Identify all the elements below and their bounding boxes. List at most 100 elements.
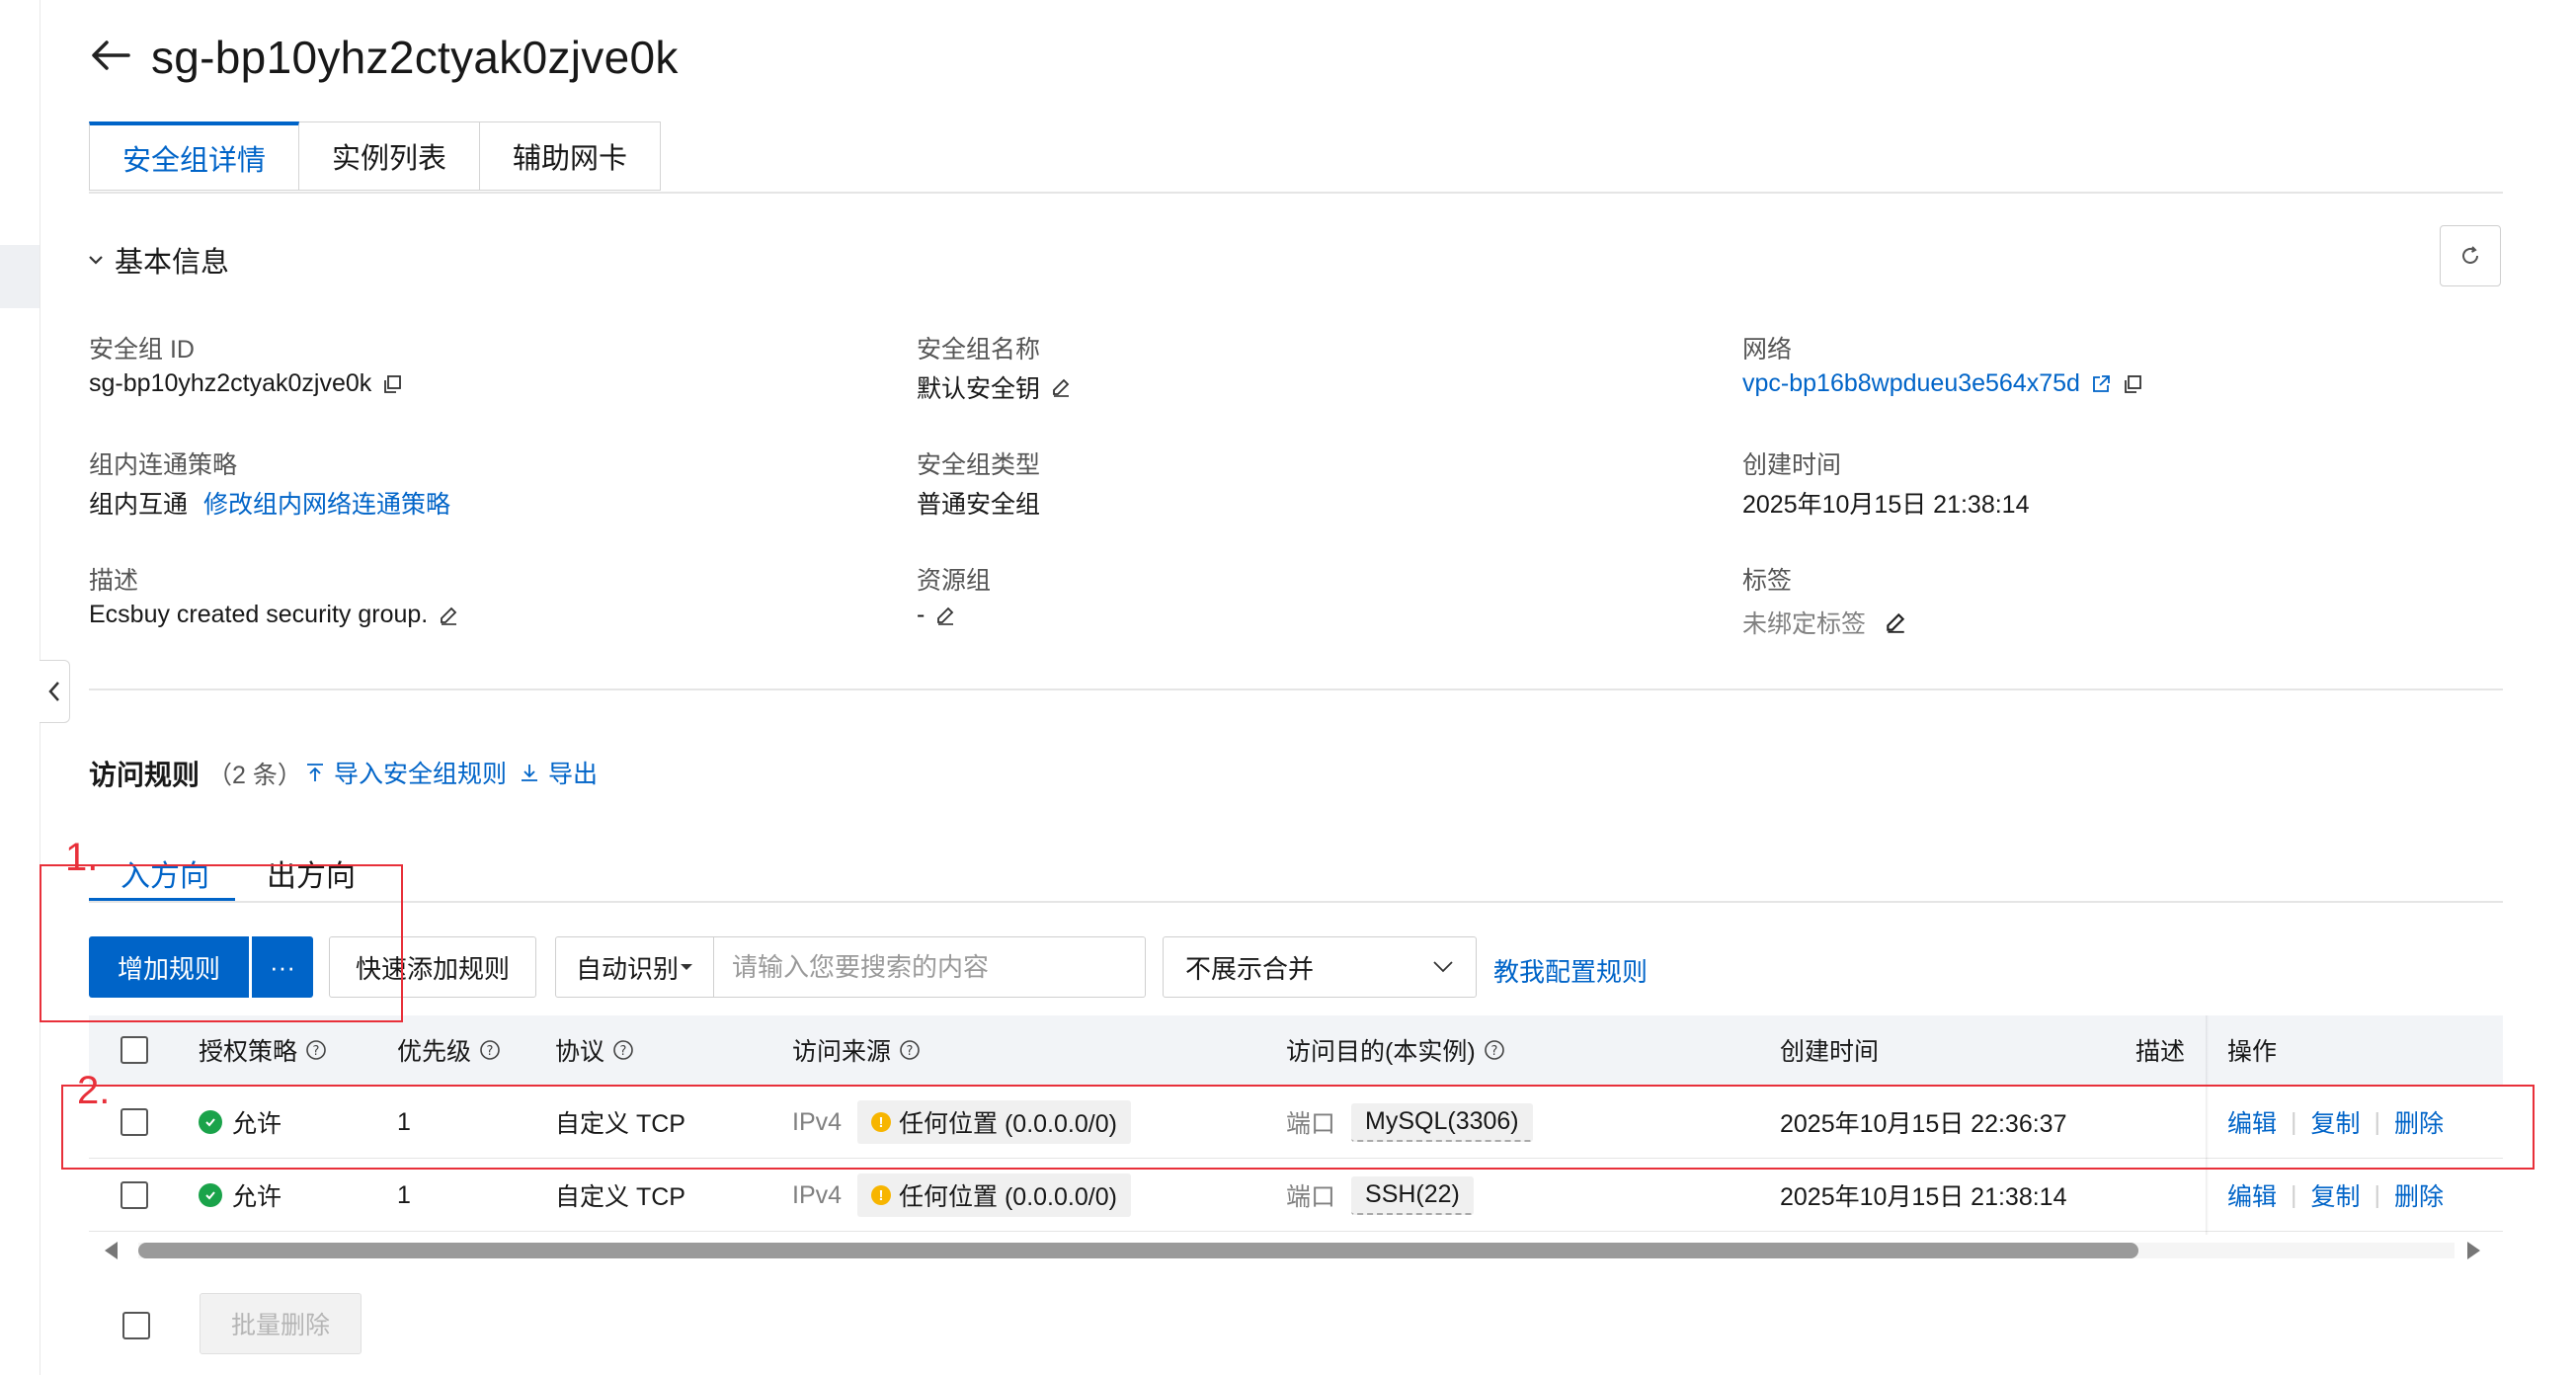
scrollbar-thumb[interactable] (138, 1243, 2138, 1258)
edit-icon[interactable] (1050, 376, 1072, 398)
top-tabs: 安全组详情 实例列表 辅助网卡 (89, 121, 662, 193)
left-nav-strip (0, 0, 40, 1375)
help-icon[interactable]: ? (899, 1039, 921, 1061)
tabs-divider (89, 192, 2503, 194)
destination-cell: 端口 SSH(22) (1286, 1160, 1474, 1231)
check-circle-icon (199, 1183, 222, 1207)
svg-text:?: ? (1490, 1044, 1497, 1059)
source-type: IPv4 (792, 1180, 843, 1209)
col-source: 访问来源 ? (792, 1015, 921, 1085)
external-link-icon[interactable] (2090, 373, 2112, 395)
description-label: 描述 (89, 567, 139, 595)
tags-label: 标签 (1742, 567, 1793, 595)
search-input[interactable] (714, 937, 1145, 997)
policy-cell: 允许 (199, 1160, 282, 1231)
annotation-box-2 (61, 1085, 2535, 1170)
import-rules-label: 导入安全组规则 (334, 761, 508, 788)
collapse-sidebar-button[interactable] (40, 660, 70, 723)
sg-id-value-row: sg-bp10yhz2ctyak0zjve0k (89, 369, 403, 398)
edit-icon[interactable] (934, 605, 956, 626)
basic-info-toggle[interactable]: 基本信息 (87, 239, 229, 281)
refresh-button[interactable] (2440, 225, 2501, 286)
tab-secondary-eni[interactable]: 辅助网卡 (480, 121, 662, 191)
col-policy: 授权策略 ? (199, 1015, 327, 1085)
teach-config-link[interactable]: 教我配置规则 (1493, 952, 1648, 989)
modify-policy-link[interactable]: 修改组内网络连通策略 (203, 485, 450, 521)
svg-text:?: ? (907, 1044, 914, 1059)
help-icon[interactable]: ? (479, 1039, 501, 1061)
copy-icon[interactable] (2122, 373, 2143, 395)
resource-group-value: - (917, 601, 926, 628)
created-value: 2025年10月15日 21:38:14 (1742, 491, 2030, 519)
row-checkbox[interactable] (121, 1181, 148, 1209)
rules-count: （2 条） (207, 762, 302, 789)
merge-select-value: 不展示合并 (1185, 953, 1315, 984)
section-divider (89, 688, 2503, 690)
description-value-row: Ecsbuy created security group. (89, 601, 459, 629)
direction-tabs-divider (89, 901, 2503, 903)
col-destination: 访问目的(本实例) ? (1286, 1015, 1505, 1085)
edit-icon[interactable] (1884, 610, 1907, 634)
caret-down-icon (681, 964, 692, 970)
port-chip: SSH(22) (1351, 1175, 1474, 1215)
import-rules-link[interactable]: 导入安全组规则 (304, 755, 507, 790)
chevron-left-icon (48, 682, 59, 701)
policy-value-row: 组内互通 修改组内网络连通策略 (89, 485, 450, 521)
right-edge (2558, 0, 2576, 1375)
col-created: 创建时间 (1780, 1038, 1880, 1066)
export-link[interactable]: 导出 (519, 755, 598, 790)
resource-group-label: 资源组 (917, 567, 992, 595)
source-cell: IPv4 ! 任何位置 (0.0.0.0/0) (792, 1160, 1131, 1231)
edit-icon[interactable] (438, 605, 459, 626)
help-icon[interactable]: ? (305, 1039, 327, 1061)
bulk-select-checkbox[interactable] (122, 1312, 150, 1339)
search-type-value: 自动识别 (576, 953, 680, 984)
chevron-down-icon (1433, 961, 1453, 973)
annotation-box-1 (40, 864, 403, 1022)
tags-value-row: 未绑定标签 (1742, 605, 1907, 640)
copy-rule-link[interactable]: 复制 (2311, 1177, 2361, 1213)
tags-value: 未绑定标签 (1742, 610, 1867, 638)
sg-name-label: 安全组名称 (917, 336, 1041, 364)
sg-name-value: 默认安全钥 (917, 375, 1041, 403)
search-group: 自动识别 (555, 936, 1146, 998)
export-icon (522, 765, 537, 781)
basic-info-title: 基本信息 (115, 247, 230, 279)
merge-display-select[interactable]: 不展示合并 (1163, 936, 1477, 998)
protocol-cell: 自定义 TCP (555, 1183, 685, 1211)
actions-cell: 编辑 | 复制 | 删除 (2227, 1160, 2444, 1231)
edit-rule-link[interactable]: 编辑 (2227, 1177, 2277, 1213)
vpc-link[interactable]: vpc-bp16b8wpdueu3e564x75d (1742, 369, 2080, 398)
search-type-select[interactable]: 自动识别 (556, 937, 714, 997)
annotation-label-1: 1. (65, 836, 99, 879)
col-priority: 优先级 ? (397, 1015, 501, 1085)
network-label: 网络 (1742, 336, 1793, 364)
col-protocol: 协议 ? (555, 1015, 634, 1085)
page-title: sg-bp10yhz2ctyak0zjve0k (151, 32, 679, 83)
network-value-row: vpc-bp16b8wpdueu3e564x75d (1742, 369, 2143, 398)
annotation-label-2: 2. (77, 1069, 111, 1112)
source-chip: ! 任何位置 (0.0.0.0/0) (857, 1173, 1131, 1217)
col-description: 描述 (2135, 1038, 2186, 1066)
sg-type-label: 安全组类型 (917, 451, 1041, 479)
col-actions: 操作 (2227, 1038, 2278, 1066)
policy-value: 组内互通 (89, 491, 189, 519)
rules-title: 访问规则 (89, 760, 201, 790)
back-arrow-icon[interactable] (87, 32, 134, 79)
horizontal-scrollbar[interactable] (99, 1240, 2494, 1261)
select-all-checkbox[interactable] (121, 1036, 148, 1064)
help-icon[interactable]: ? (1484, 1039, 1505, 1061)
bulk-delete-button[interactable]: 批量删除 (200, 1293, 362, 1354)
import-icon (307, 764, 323, 781)
delete-rule-link[interactable]: 删除 (2394, 1177, 2444, 1213)
chevron-down-icon (89, 256, 103, 265)
priority-cell: 1 (397, 1180, 411, 1209)
scroll-right-arrow-icon[interactable] (2467, 1242, 2480, 1259)
help-icon[interactable]: ? (612, 1039, 634, 1061)
tab-instance-list[interactable]: 实例列表 (299, 121, 481, 191)
tab-sg-details[interactable]: 安全组详情 (89, 121, 300, 191)
table-header: 授权策略 ? 优先级 ? 协议 ? 访问来源 ? 访问目的(本实例) ? 创建时… (89, 1015, 2503, 1085)
table-row: 允许 1 自定义 TCP IPv4 ! 任何位置 (0.0.0.0/0) 端口 … (89, 1160, 2503, 1232)
copy-icon[interactable] (381, 373, 403, 395)
scroll-left-arrow-icon[interactable] (105, 1242, 118, 1259)
